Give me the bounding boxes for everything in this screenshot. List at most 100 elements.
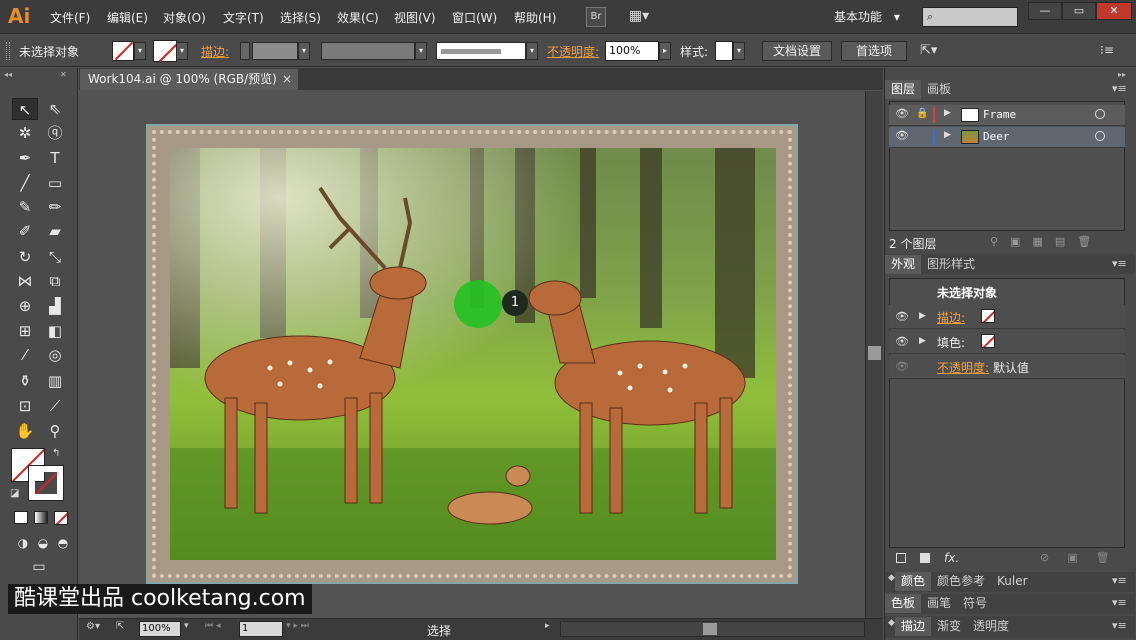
slice-tool-icon[interactable]: ⟋ xyxy=(42,395,68,417)
opacity-field[interactable]: 100% xyxy=(605,41,659,61)
rectangle-tool-icon[interactable]: ▭ xyxy=(42,172,68,194)
menu-select[interactable]: 选择(S) xyxy=(280,9,321,26)
vertical-scrollbar[interactable] xyxy=(865,91,883,618)
tab-layers[interactable]: 图层 xyxy=(885,80,922,99)
rotate-tool-icon[interactable]: ↻ xyxy=(12,246,38,268)
visibility-eye-icon[interactable]: 👁 xyxy=(895,310,909,323)
stroke-weight-field[interactable] xyxy=(252,42,298,60)
scale-tool-icon[interactable]: ⤡ xyxy=(42,246,68,268)
collapse-panels-icon[interactable]: ▸▸ xyxy=(1118,70,1126,79)
collapse-arrows-icon[interactable]: ◆ xyxy=(888,618,895,628)
selection-tool-icon[interactable]: ↖ xyxy=(12,98,38,120)
document-setup-button[interactable]: 文档设置 xyxy=(762,41,832,61)
appearance-stroke-row[interactable]: 👁 ▶ 描边: xyxy=(889,305,1125,329)
menu-object[interactable]: 对象(O) xyxy=(163,9,206,26)
menu-help[interactable]: 帮助(H) xyxy=(514,9,556,26)
default-colors-icon[interactable]: ◪ xyxy=(10,488,19,499)
horizontal-scrollbar[interactable] xyxy=(560,621,865,637)
add-stroke-icon[interactable] xyxy=(896,553,906,563)
color-mode-icon[interactable] xyxy=(14,511,28,524)
layer-row-deer[interactable]: 👁 ▶ Deer xyxy=(889,127,1125,148)
stroke-panel-menu-icon[interactable]: ▾≡ xyxy=(1112,619,1127,632)
stroke-label[interactable]: 描边: xyxy=(201,43,229,60)
tab-brushes[interactable]: 画笔 xyxy=(921,594,957,613)
layer-row-frame[interactable]: 👁 🔒 ▶ Frame xyxy=(889,105,1125,126)
artboard-number-field[interactable]: 1 xyxy=(239,621,283,637)
none-mode-icon[interactable] xyxy=(54,511,68,525)
tab-graphic-styles[interactable]: 图形样式 xyxy=(921,255,981,274)
gradient-mode-icon[interactable] xyxy=(34,511,48,524)
deer-photo[interactable] xyxy=(170,148,776,560)
opacity-label[interactable]: 不透明度: xyxy=(547,43,599,60)
type-tool-icon[interactable]: T xyxy=(42,147,68,169)
magic-wand-tool-icon[interactable]: ✲ xyxy=(12,122,38,144)
restore-button[interactable]: ▭ xyxy=(1062,2,1096,20)
menu-type[interactable]: 文字(T) xyxy=(223,9,264,26)
next-artboard-icon[interactable]: ▾ ▸ ⏭ xyxy=(286,621,309,631)
menu-edit[interactable]: 编辑(E) xyxy=(107,9,148,26)
shape-builder-tool-icon[interactable]: ⊕ xyxy=(12,295,38,317)
close-window-button[interactable]: ✕ xyxy=(1096,2,1132,20)
variable-width-profile[interactable] xyxy=(321,42,415,60)
brush-definition[interactable] xyxy=(436,42,526,60)
stroke-swatch[interactable] xyxy=(153,40,177,62)
expand-triangle-icon[interactable]: ▶ xyxy=(919,336,926,346)
minimize-button[interactable]: — xyxy=(1028,2,1062,20)
grip-icon[interactable] xyxy=(6,42,10,60)
stroke-weight-stepper[interactable] xyxy=(240,42,250,60)
collapse-toolbar-icon[interactable]: ◂◂ xyxy=(4,70,12,79)
color-panel-menu-icon[interactable]: ▾≡ xyxy=(1112,574,1127,587)
stroke-color-swatch[interactable] xyxy=(28,465,64,501)
visibility-eye-icon[interactable]: 👁 xyxy=(895,335,909,348)
status-icon[interactable]: ⚙▾ xyxy=(86,621,100,632)
panel-menu-icon[interactable]: ⁝≡ xyxy=(1100,43,1114,57)
layers-actions[interactable]: ⚲▣▦▤🗑 xyxy=(990,235,1103,248)
appearance-actions[interactable]: ⊘▣🗑 xyxy=(1040,551,1128,564)
expand-triangle-icon[interactable]: ▶ xyxy=(944,130,951,140)
target-icon[interactable] xyxy=(1095,131,1105,141)
search-input[interactable]: ⌕ xyxy=(922,7,1018,27)
first-artboard-icon[interactable]: ⏮ ◂ xyxy=(205,621,220,631)
h-scroll-thumb[interactable] xyxy=(703,623,717,635)
visibility-eye-icon[interactable]: 👁 xyxy=(895,107,909,120)
column-graph-tool-icon[interactable]: ▥ xyxy=(42,370,68,392)
document-tab[interactable]: Work104.ai @ 100% (RGB/预览) × xyxy=(80,69,298,90)
gradient-tool-icon[interactable]: ◧ xyxy=(42,320,68,342)
zoom-dropdown[interactable]: ▾ xyxy=(184,621,189,631)
blob-brush-tool-icon[interactable]: ✐ xyxy=(12,220,38,242)
arrange-documents-icon[interactable]: ▦▾ xyxy=(624,7,654,27)
zoom-tool-icon[interactable]: ⚲ xyxy=(42,420,68,442)
hand-tool-icon[interactable]: ✋ xyxy=(12,420,38,442)
pen-tool-icon[interactable]: ✒ xyxy=(12,147,38,169)
zoom-field[interactable]: 100% xyxy=(139,621,181,637)
share-icon[interactable]: ⇱ xyxy=(116,621,124,632)
mesh-tool-icon[interactable]: ⊞ xyxy=(12,320,38,342)
direct-selection-tool-icon[interactable]: ⇖ xyxy=(42,98,68,120)
stroke-label[interactable]: 描边: xyxy=(937,309,965,326)
fill-swatch[interactable] xyxy=(112,41,134,61)
visibility-eye-icon[interactable]: 👁 xyxy=(895,360,909,373)
stroke-weight-dropdown[interactable]: ▾ xyxy=(298,42,310,60)
collapse-arrows-icon[interactable]: ◆ xyxy=(888,573,895,583)
tab-gradient[interactable]: 渐变 xyxy=(931,617,967,636)
opacity-label[interactable]: 不透明度: xyxy=(937,359,989,376)
menu-file[interactable]: 文件(F) xyxy=(50,9,90,26)
width-tool-icon[interactable]: ⋈ xyxy=(12,270,38,292)
status-menu-icon[interactable]: ▸ xyxy=(545,621,550,631)
opacity-dropdown[interactable]: ▸ xyxy=(659,42,671,60)
free-transform-tool-icon[interactable]: ⧉ xyxy=(42,270,68,292)
tab-stroke[interactable]: 描边 xyxy=(895,617,932,636)
pencil-tool-icon[interactable]: ✏ xyxy=(42,196,68,218)
paintbrush-tool-icon[interactable]: ✎ xyxy=(12,196,38,218)
appearance-panel-menu-icon[interactable]: ▾≡ xyxy=(1112,257,1127,270)
close-toolbar-icon[interactable]: ✕ xyxy=(60,70,67,79)
blend-tool-icon[interactable]: ◎ xyxy=(42,344,68,366)
lasso-tool-icon[interactable]: ⓠ xyxy=(42,122,68,144)
eraser-tool-icon[interactable]: ▰ xyxy=(42,220,68,242)
expand-triangle-icon[interactable]: ▶ xyxy=(944,108,951,118)
expand-triangle-icon[interactable]: ▶ xyxy=(919,311,926,321)
workspace-switcher[interactable]: 基本功能 ▾ xyxy=(834,8,900,25)
swap-colors-icon[interactable]: ↰ xyxy=(52,448,60,459)
tab-kuler[interactable]: Kuler xyxy=(991,572,1034,591)
line-tool-icon[interactable]: ╱ xyxy=(12,172,38,194)
